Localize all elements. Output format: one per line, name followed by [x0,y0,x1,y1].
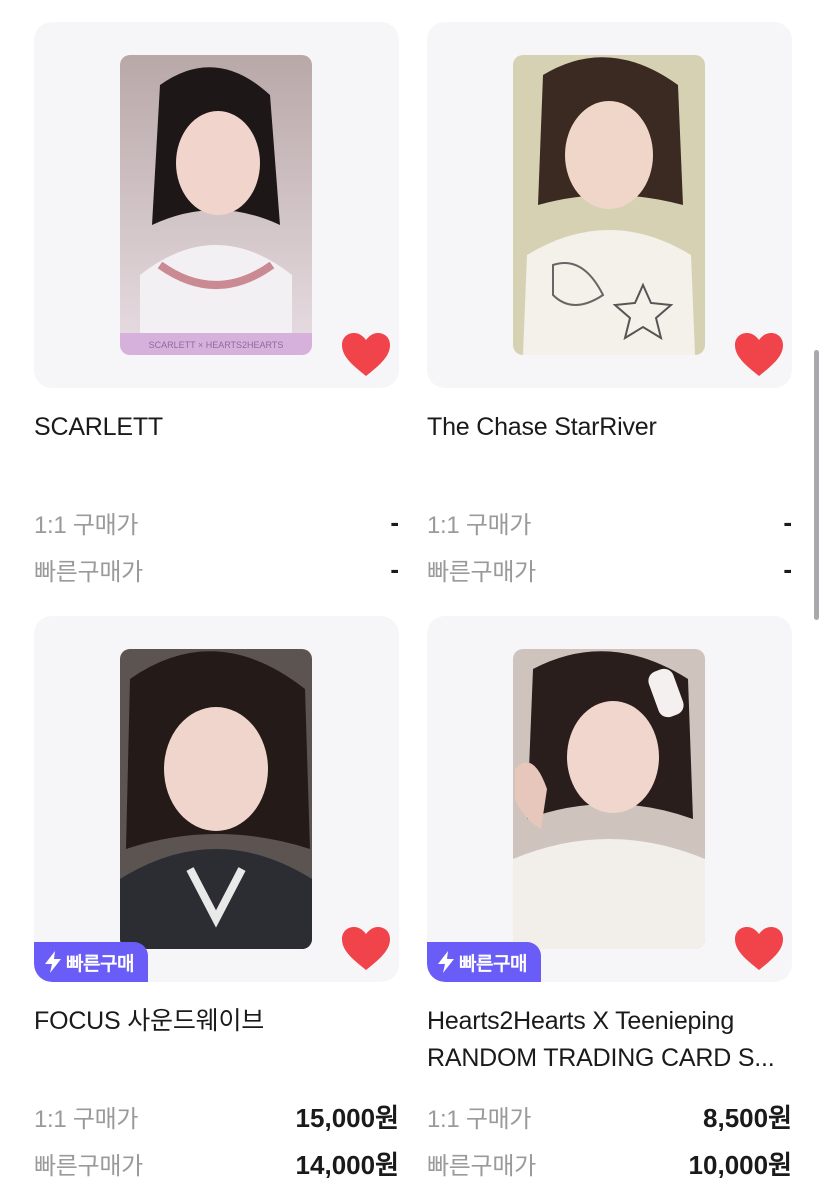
product-card[interactable]: 빠른구매 FOCUS 사운드웨이브 1:1 구매가 15,000원 빠른구매가 … [34,616,399,1187]
fast-price-value: - [783,554,792,584]
fast-buy-badge-label: 빠른구매 [459,953,527,975]
fast-price-row: 빠른구매가 10,000원 [427,1140,792,1187]
product-thumbnail[interactable] [427,22,792,388]
fast-buy-badge: 빠른구매 [427,942,541,982]
lightning-bolt-icon [438,951,454,973]
fast-price-row: 빠른구매가 14,000원 [34,1140,399,1187]
one-to-one-price-row: 1:1 구매가 - [34,499,399,546]
fast-price-label: 빠른구매가 [34,1153,143,1180]
fast-buy-badge-label: 빠른구매 [66,953,134,975]
vertical-scrollbar[interactable] [814,350,819,620]
one-to-one-price-row: 1:1 구매가 15,000원 [34,1093,399,1140]
product-thumbnail[interactable]: 빠른구매 [427,616,792,982]
one-to-one-price-label: 1:1 구매가 [34,1106,139,1133]
one-to-one-price-row: 1:1 구매가 - [427,499,792,546]
product-card[interactable]: SCARLETT × HEARTS2HEARTS SCARLETT 1:1 구매… [34,22,399,593]
product-title[interactable]: Hearts2Hearts X Teenieping RANDOM TRADIN… [427,1003,792,1075]
fast-price-value: - [390,554,399,584]
one-to-one-price-label: 1:1 구매가 [427,512,532,539]
one-to-one-price-value: - [783,507,792,537]
product-card[interactable]: 빠른구매 Hearts2Hearts X Teenieping RANDOM T… [427,616,792,1187]
wishlist-heart-icon[interactable] [734,926,784,972]
wishlist-heart-icon[interactable] [341,332,391,378]
lightning-bolt-icon [45,951,61,973]
fast-price-label: 빠른구매가 [34,559,143,586]
one-to-one-price-label: 1:1 구매가 [427,1106,532,1133]
product-grid: SCARLETT × HEARTS2HEARTS SCARLETT 1:1 구매… [0,0,825,1200]
one-to-one-price-label: 1:1 구매가 [34,512,139,539]
photocard-caption: SCARLETT × HEARTS2HEARTS [149,340,284,350]
fast-price-label: 빠른구매가 [427,559,536,586]
fast-price-value: 14,000원 [295,1150,399,1180]
product-card[interactable]: The Chase StarRiver 1:1 구매가 - 빠른구매가 - [427,22,792,593]
product-title[interactable]: FOCUS 사운드웨이브 [34,1003,399,1075]
wishlist-heart-icon[interactable] [734,332,784,378]
product-title[interactable]: SCARLETT [34,409,399,481]
fast-price-value: 10,000원 [688,1150,792,1180]
product-thumbnail[interactable]: 빠른구매 [34,616,399,982]
photocard-image [120,649,312,949]
fast-price-row: 빠른구매가 - [427,546,792,593]
wishlist-heart-icon[interactable] [341,926,391,972]
photocard-image [513,55,705,355]
photocard-image [513,649,705,949]
fast-price-label: 빠른구매가 [427,1153,536,1180]
one-to-one-price-value: 8,500원 [703,1103,792,1133]
one-to-one-price-value: 15,000원 [295,1103,399,1133]
photocard-image: SCARLETT × HEARTS2HEARTS [120,55,312,355]
product-title[interactable]: The Chase StarRiver [427,409,792,481]
fast-price-row: 빠른구매가 - [34,546,399,593]
one-to-one-price-row: 1:1 구매가 8,500원 [427,1093,792,1140]
one-to-one-price-value: - [390,507,399,537]
fast-buy-badge: 빠른구매 [34,942,148,982]
product-thumbnail[interactable]: SCARLETT × HEARTS2HEARTS [34,22,399,388]
